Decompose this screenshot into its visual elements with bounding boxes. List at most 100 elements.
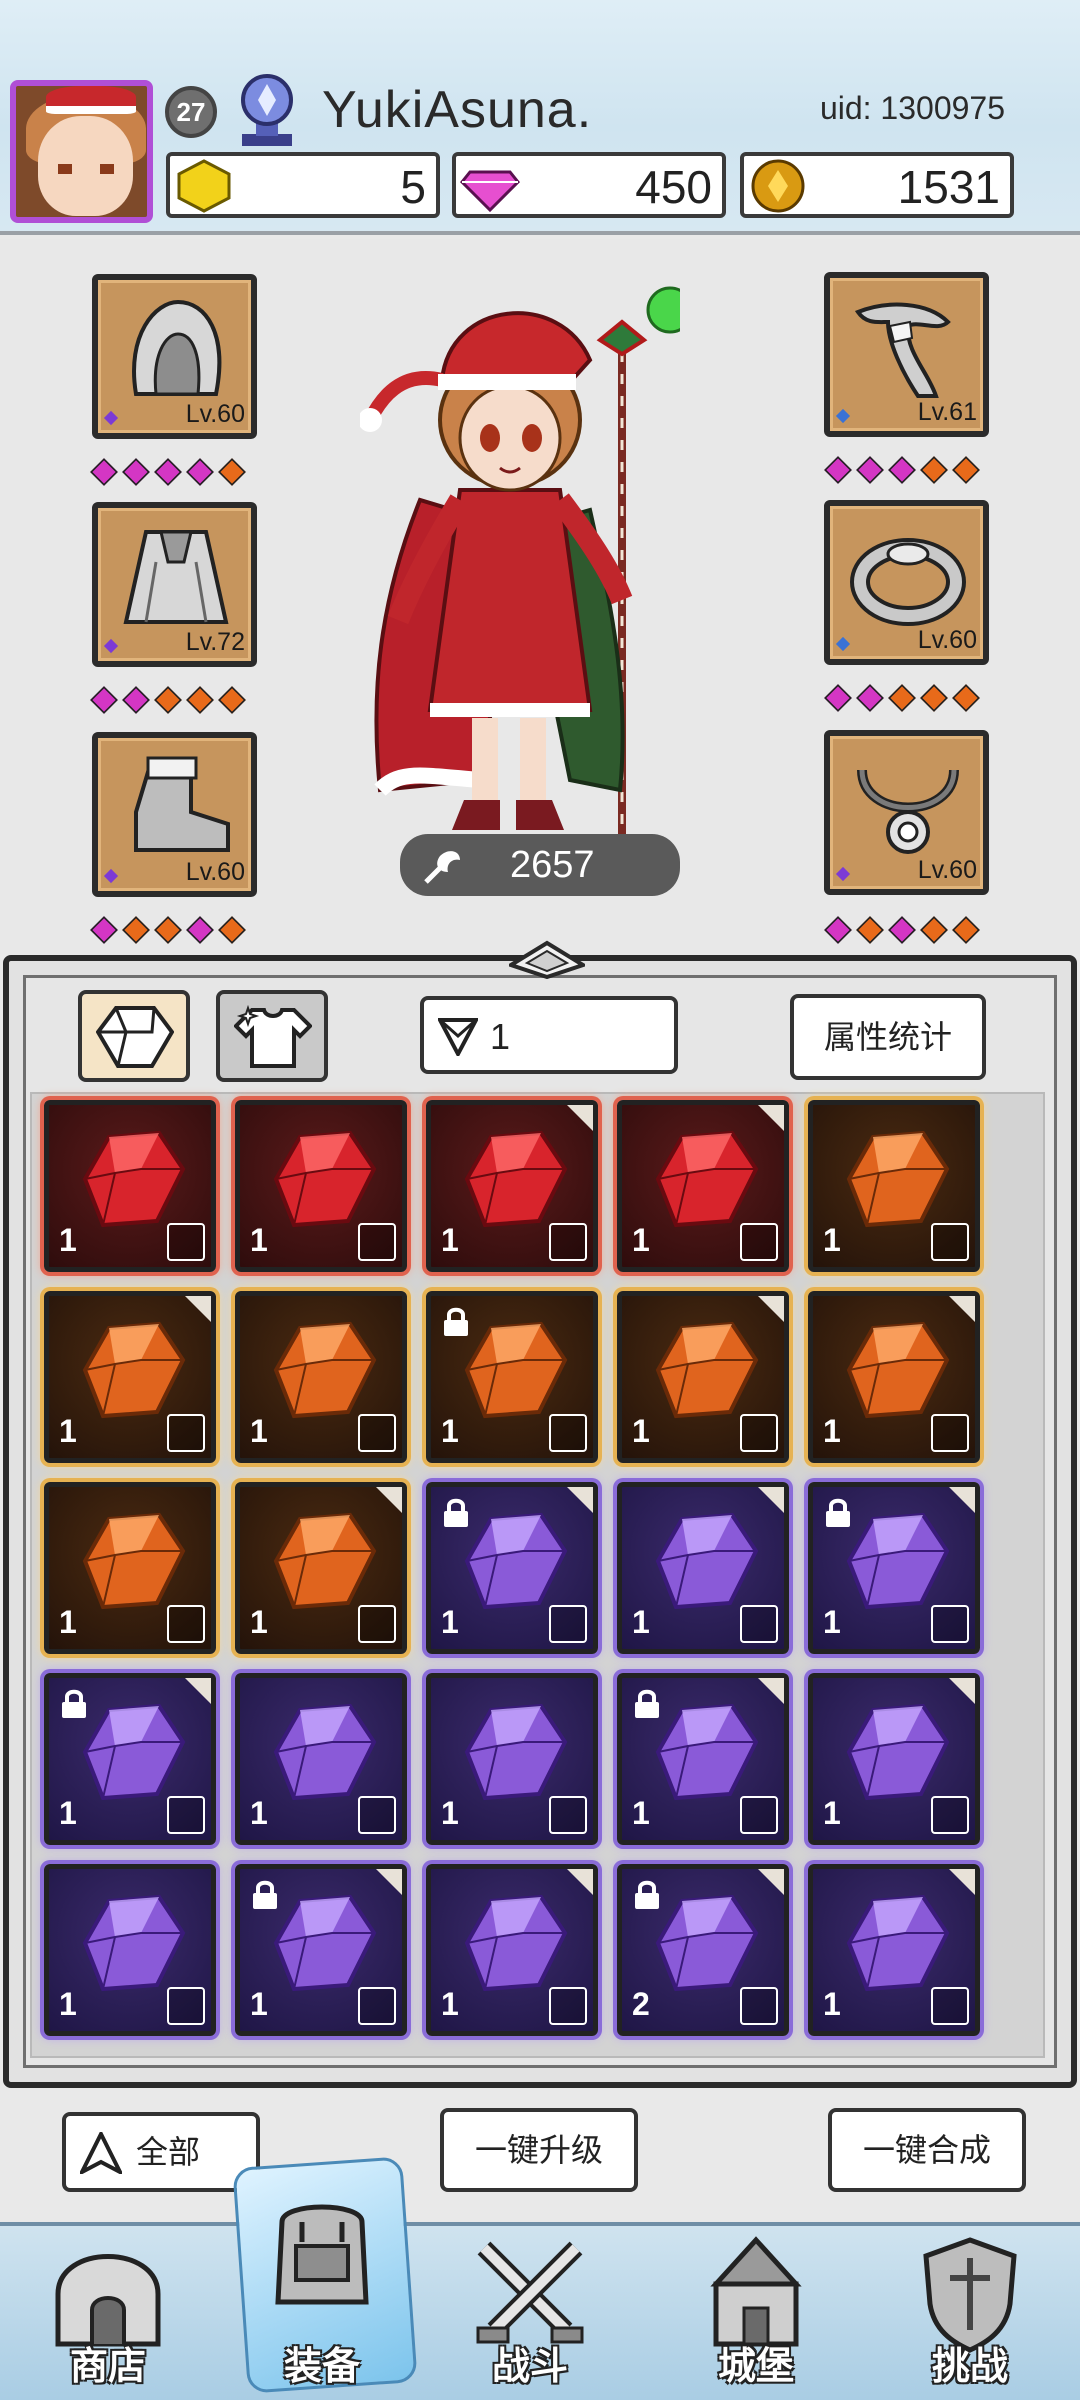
gem-item[interactable]: 1 <box>808 1291 980 1463</box>
gold-gem-icon <box>177 159 231 213</box>
nav-challenge-label: 挑战 <box>931 2344 1008 2388</box>
gem-quantity: 1 <box>250 1413 268 1449</box>
gem-quantity: 1 <box>441 1604 459 1640</box>
new-item-corner <box>949 1296 975 1322</box>
gem-socket <box>122 458 150 486</box>
player-avatar[interactable] <box>10 80 153 223</box>
orange-gem-icon <box>464 1321 568 1419</box>
gem-item[interactable]: 1 <box>808 1100 980 1272</box>
equip-slot-weapon[interactable]: Lv.61 <box>824 272 989 437</box>
equip-slot-type-icon <box>167 1605 205 1643</box>
gem-quantity: 1 <box>250 1795 268 1831</box>
equip-slot-type-icon <box>167 1414 205 1452</box>
nav-battle-label: 战斗 <box>491 2344 568 2388</box>
lock-icon[interactable] <box>823 1497 853 1529</box>
equip-slot-type-icon <box>549 1223 587 1261</box>
gem-item[interactable]: 1 <box>808 1482 980 1654</box>
new-item-corner <box>376 1869 402 1895</box>
orange-gem-icon <box>846 1130 950 1228</box>
gem-quantity: 1 <box>441 1986 459 2022</box>
equip-gems-necklace <box>824 916 980 944</box>
gem-item[interactable]: 1 <box>235 1673 407 1845</box>
lock-icon[interactable] <box>632 1688 662 1720</box>
gem-quantity: 1 <box>823 1222 841 1258</box>
gem-item[interactable]: 1 <box>426 1673 598 1845</box>
equip-slot-feet[interactable]: Lv.60 <box>92 732 257 897</box>
gem-socket <box>824 456 852 484</box>
gem-level-filter[interactable]: 1 <box>420 996 678 1074</box>
gem-item[interactable]: 1 <box>426 1864 598 2036</box>
one-click-merge-button[interactable]: 一键合成 <box>828 2108 1026 2192</box>
nav-shop[interactable]: 商店 <box>18 2222 198 2400</box>
gem-outline-icon <box>96 1006 174 1068</box>
cape-icon <box>123 530 229 624</box>
gem-socket <box>186 686 214 714</box>
combat-power: 2657 <box>400 834 680 896</box>
lock-icon[interactable] <box>441 1306 471 1338</box>
lock-icon[interactable] <box>250 1879 280 1911</box>
tab-outfits[interactable] <box>216 990 328 1082</box>
equip-slot-type-icon <box>931 1796 969 1834</box>
gem-item[interactable]: 1 <box>617 1100 789 1272</box>
equip-slot-head[interactable]: Lv.60 <box>92 274 257 439</box>
ring-icon <box>850 538 966 626</box>
gem-item[interactable]: 1 <box>44 1291 216 1463</box>
equip-slot-type-icon <box>740 1987 778 2025</box>
gem-socket <box>824 916 852 944</box>
new-item-corner <box>567 1487 593 1513</box>
equip-slot-necklace[interactable]: Lv.60 <box>824 730 989 895</box>
gem-quantity: 1 <box>632 1604 650 1640</box>
purple-gem-icon <box>846 1703 950 1801</box>
lock-icon[interactable] <box>632 1879 662 1911</box>
gem-item[interactable]: 1 <box>617 1291 789 1463</box>
red-gem-icon <box>82 1130 186 1228</box>
boot-icon <box>134 756 230 852</box>
gem-socket <box>856 916 884 944</box>
gem-item[interactable]: 1 <box>808 1673 980 1845</box>
lock-icon[interactable] <box>59 1688 89 1720</box>
currency-gold-coin[interactable]: 1531 <box>740 152 1014 218</box>
gem-quantity: 1 <box>823 1604 841 1640</box>
currency-gold-gem[interactable]: 5 <box>166 152 440 218</box>
filter-all-button[interactable]: 全部 <box>62 2112 260 2192</box>
gem-item[interactable]: 1 <box>44 1864 216 2036</box>
tab-gems[interactable] <box>78 990 190 1082</box>
gem-item[interactable]: 1 <box>235 1482 407 1654</box>
gem-quantity: 1 <box>632 1222 650 1258</box>
nav-battle[interactable]: 战斗 <box>440 2222 620 2400</box>
gem-item[interactable]: 1 <box>617 1673 789 1845</box>
gem-item[interactable]: 1 <box>235 1100 407 1272</box>
gem-item[interactable]: 1 <box>44 1482 216 1654</box>
rarity-marker <box>103 638 119 654</box>
nav-castle[interactable]: 城堡 <box>666 2222 846 2400</box>
orange-gem-icon <box>846 1321 950 1419</box>
gem-item[interactable]: 2 <box>617 1864 789 2036</box>
purple-gem-icon <box>846 1512 950 1610</box>
gem-item[interactable]: 1 <box>808 1864 980 2036</box>
gem-quantity: 1 <box>250 1986 268 2022</box>
gem-quantity: 1 <box>823 1986 841 2022</box>
new-item-corner <box>949 1487 975 1513</box>
nav-challenge[interactable]: 挑战 <box>880 2222 1060 2400</box>
attribute-stats-button[interactable]: 属性统计 <box>790 994 986 1080</box>
equip-slot-type-icon <box>931 1987 969 2025</box>
rank-trophy-icon[interactable] <box>232 72 302 150</box>
gem-item[interactable]: 1 <box>44 1673 216 1845</box>
equip-slot-type-icon <box>931 1414 969 1452</box>
nav-equipment[interactable]: 装备 <box>232 2204 412 2400</box>
equip-slot-body[interactable]: Lv.72 <box>92 502 257 667</box>
currency-diamond[interactable]: 450 <box>452 152 726 218</box>
gem-item[interactable]: 1 <box>44 1100 216 1272</box>
gem-item[interactable]: 1 <box>426 1100 598 1272</box>
equip-slot-ring[interactable]: Lv.60 <box>824 500 989 665</box>
one-click-upgrade-button[interactable]: 一键升级 <box>440 2108 638 2192</box>
avatar-eyes <box>58 164 114 174</box>
lock-icon[interactable] <box>441 1497 471 1529</box>
gem-item[interactable]: 1 <box>235 1291 407 1463</box>
gem-item[interactable]: 1 <box>426 1482 598 1654</box>
gem-item[interactable]: 1 <box>235 1864 407 2036</box>
gem-socket <box>888 916 916 944</box>
gem-item[interactable]: 1 <box>426 1291 598 1463</box>
gem-item[interactable]: 1 <box>617 1482 789 1654</box>
pink-diamond-icon <box>460 170 520 213</box>
